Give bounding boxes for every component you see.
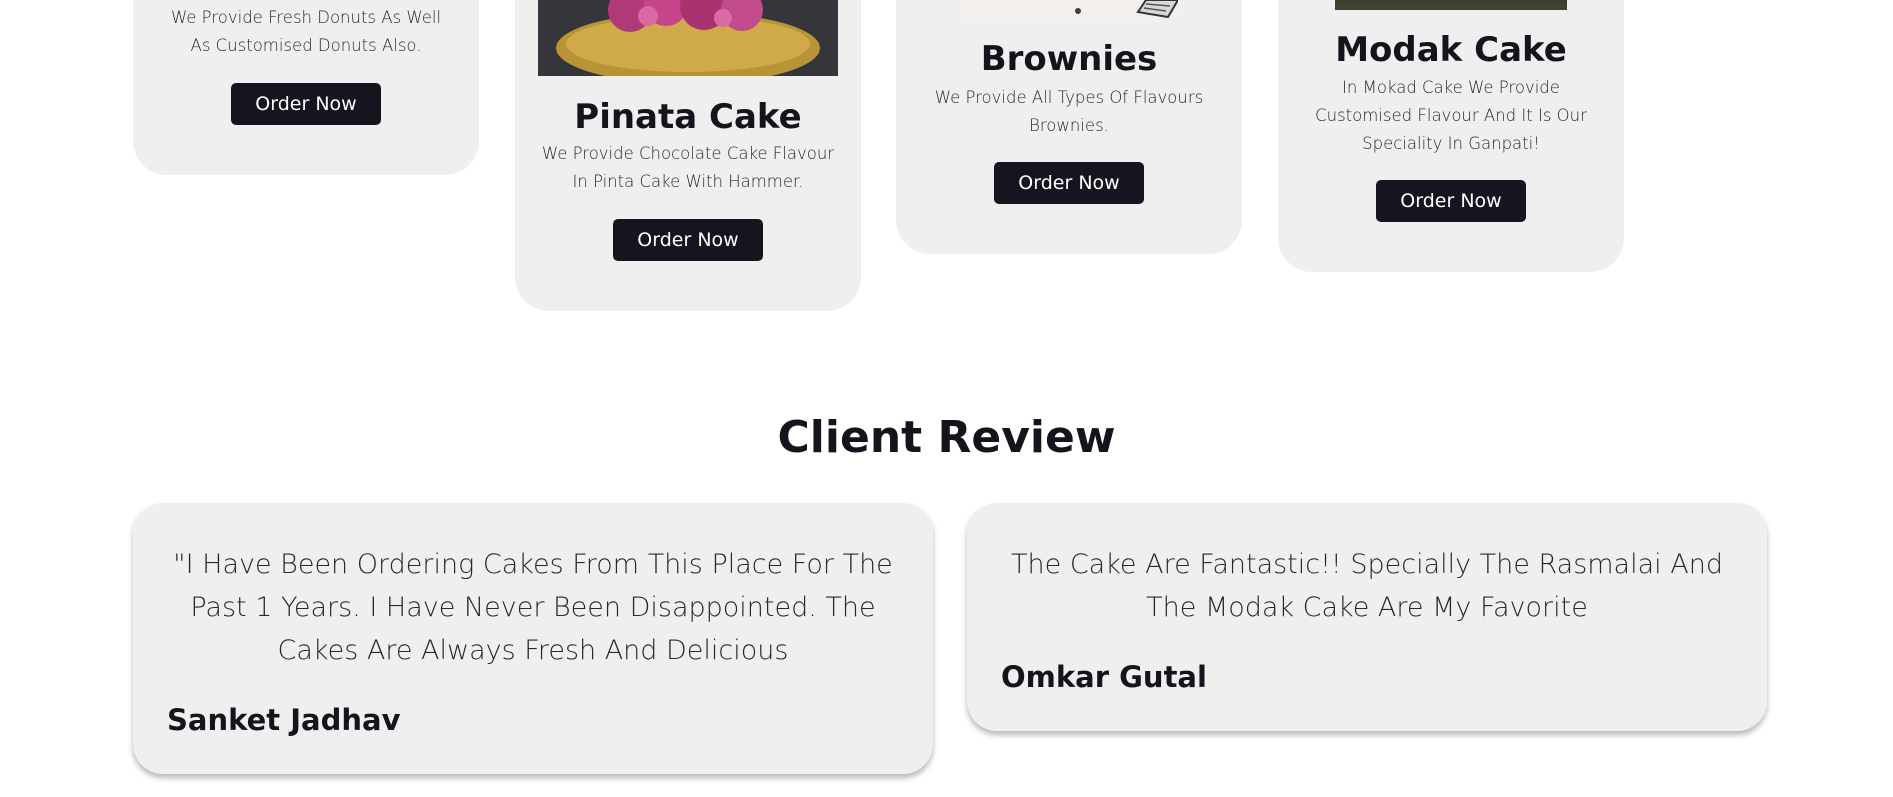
section-title: Client Review [777, 412, 1116, 463]
product-card-pinata-cake: Pinata Cake We Provide Chocolate Cake Fl… [515, 0, 861, 311]
order-now-button[interactable]: Order Now [231, 83, 381, 125]
product-card-brownies: Brownies We Provide All Types Of Flavour… [896, 0, 1242, 254]
order-now-button[interactable]: Order Now [1376, 180, 1526, 222]
order-now-button[interactable]: Order Now [994, 162, 1144, 204]
product-description: We Provide Fresh Donuts As Well As Custo… [170, 8, 442, 55]
product-card-donuts: We Provide Fresh Donuts As Well As Custo… [133, 0, 479, 175]
product-description: In Mokad Cake We Provide Customised Flav… [1315, 78, 1587, 153]
order-now-button[interactable]: Order Now [613, 219, 763, 261]
review-quote: "I Have Been Ordering Cakes From This Pl… [173, 549, 893, 666]
product-title: Modak Cake [1335, 30, 1567, 70]
product-description: We Provide All Types Of Flavours Brownie… [934, 88, 1204, 135]
brownies-image [960, 0, 1178, 18]
review-author: Sanket Jadhav [167, 703, 401, 737]
product-description: We Provide Chocolate Cake Flavour In Pin… [541, 144, 835, 191]
review-quote: The Cake Are Fantastic!! Specially The R… [1011, 549, 1723, 623]
pinata-cake-image [538, 0, 838, 76]
product-title: Brownies [980, 39, 1158, 79]
review-card: "I Have Been Ordering Cakes From This Pl… [133, 503, 933, 774]
review-author: Omkar Gutal [1001, 660, 1207, 694]
product-card-modak-cake: Modak Cake In Mokad Cake We Provide Cust… [1278, 0, 1624, 272]
review-card: The Cake Are Fantastic!! Specially The R… [967, 503, 1767, 731]
product-title: Pinata Cake [574, 97, 802, 137]
modak-cake-image [1335, 0, 1567, 10]
